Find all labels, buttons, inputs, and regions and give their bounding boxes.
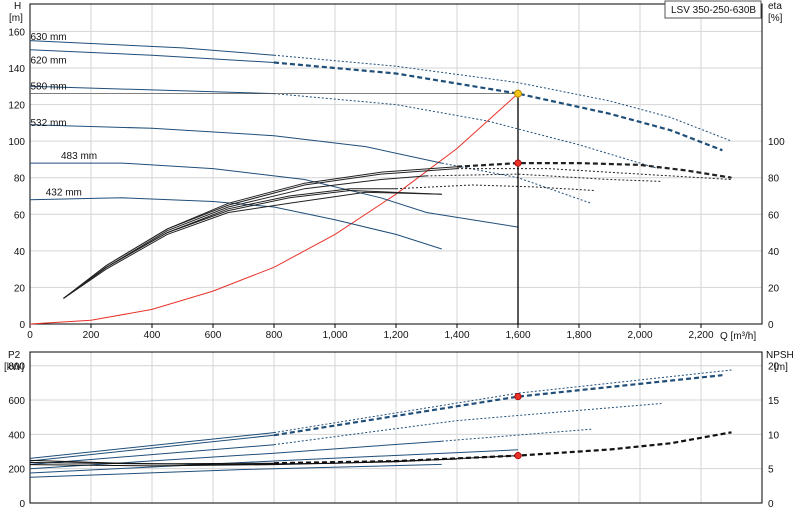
head-tick-label: 140 — [8, 64, 25, 75]
power-point-marker — [514, 393, 522, 401]
npsh-tick-label: 0 — [768, 499, 774, 510]
x-tick-label: 600 — [205, 330, 222, 341]
head-axis-unit: [m] — [9, 13, 23, 24]
x-tick-label: 2,000 — [627, 330, 652, 341]
head-curve-label: 483 mm — [61, 151, 97, 162]
eta-tick-label: 40 — [768, 247, 780, 258]
head-tick-label: 100 — [8, 137, 25, 148]
efficiency-curve-solid — [63, 175, 427, 299]
head-curve-label: 532 mm — [31, 118, 67, 129]
power-tick-label: 0 — [19, 499, 25, 510]
x-tick-label: 2,200 — [688, 330, 713, 341]
eta-tick-label: 60 — [768, 210, 780, 221]
head-tick-label: 160 — [8, 27, 25, 38]
x-tick-label: 1,000 — [322, 330, 347, 341]
eta-tick-label: 0 — [768, 320, 774, 331]
power-curve-dashed — [273, 374, 723, 437]
head-tick-label: 120 — [8, 101, 25, 112]
power-curve-dotted — [273, 369, 732, 434]
x-tick-label: 0 — [27, 330, 33, 341]
efficiency-curve-solid — [63, 189, 442, 299]
chart-title: LSV 350-250-630B — [671, 5, 756, 16]
power-axis-label: P2 — [8, 350, 21, 361]
npsh-point-marker — [514, 452, 522, 460]
x-tick-label: 800 — [266, 330, 283, 341]
x-tick-label: 1,800 — [566, 330, 591, 341]
eta-axis-label: eta — [768, 1, 782, 12]
x-tick-label: 1,400 — [444, 330, 469, 341]
axis-ticks: 0 200 400 600 800 1,000 1,200 1,400 1,600 1,800 2,… — [8, 27, 785, 510]
head-tick-label: 0 — [19, 320, 25, 331]
npsh-tick-label: 5 — [768, 465, 774, 476]
npsh-curve-dashed — [273, 431, 732, 465]
eta-tick-label: 100 — [768, 137, 785, 148]
head-curve-dotted — [441, 162, 592, 204]
npsh-tick-label: 20 — [768, 362, 780, 373]
head-curve-dashed — [273, 61, 723, 152]
efficiency-curve-solid — [63, 168, 458, 299]
power-curve-dotted — [273, 403, 662, 446]
head-tick-label: 40 — [14, 247, 26, 258]
head-curve-label: 580 mm — [31, 81, 67, 92]
pump-performance-chart: H [m] eta [%] LSV 350-250-630B Q [m³/h] … — [4, 0, 794, 510]
power-tick-label: 600 — [8, 396, 25, 407]
flow-axis-label: Q [m³/h] — [720, 331, 756, 342]
head-curve-label: 432 mm — [46, 187, 82, 198]
x-tick-label: 400 — [144, 330, 161, 341]
eta-tick-label: 80 — [768, 174, 780, 185]
npsh-axis-label: NPSH — [766, 350, 794, 361]
efficiency-curve-solid — [63, 166, 458, 299]
eta-axis-unit: [%] — [768, 13, 783, 24]
power-tick-label: 800 — [8, 362, 25, 373]
efficiency-point-marker — [514, 159, 522, 167]
npsh-tick-label: 10 — [768, 430, 780, 441]
head-axis-label: H — [14, 1, 21, 12]
efficiency-curve-solid — [63, 191, 442, 299]
power-tick-label: 400 — [8, 430, 25, 441]
x-tick-label: 1,600 — [505, 330, 530, 341]
efficiency-curve-dotted — [395, 184, 595, 191]
head-tick-label: 60 — [14, 210, 26, 221]
power-chart-grid — [30, 352, 762, 503]
head-curve-label: 620 mm — [31, 56, 67, 67]
efficiency-curve-dashed — [456, 162, 732, 179]
power-curve-dotted — [441, 428, 592, 442]
duty-point-marker — [514, 89, 522, 98]
power-curve-solid — [29, 463, 442, 478]
power-tick-label: 200 — [8, 465, 25, 476]
head-curve-label: 630 mm — [31, 32, 67, 43]
x-tick-label: 200 — [83, 330, 100, 341]
eta-tick-label: 20 — [768, 283, 780, 294]
npsh-tick-label: 15 — [768, 396, 780, 407]
x-tick-label: 1,200 — [383, 330, 408, 341]
head-tick-label: 20 — [14, 283, 26, 294]
head-tick-label: 80 — [14, 174, 26, 185]
power-chart-plot — [29, 369, 732, 478]
